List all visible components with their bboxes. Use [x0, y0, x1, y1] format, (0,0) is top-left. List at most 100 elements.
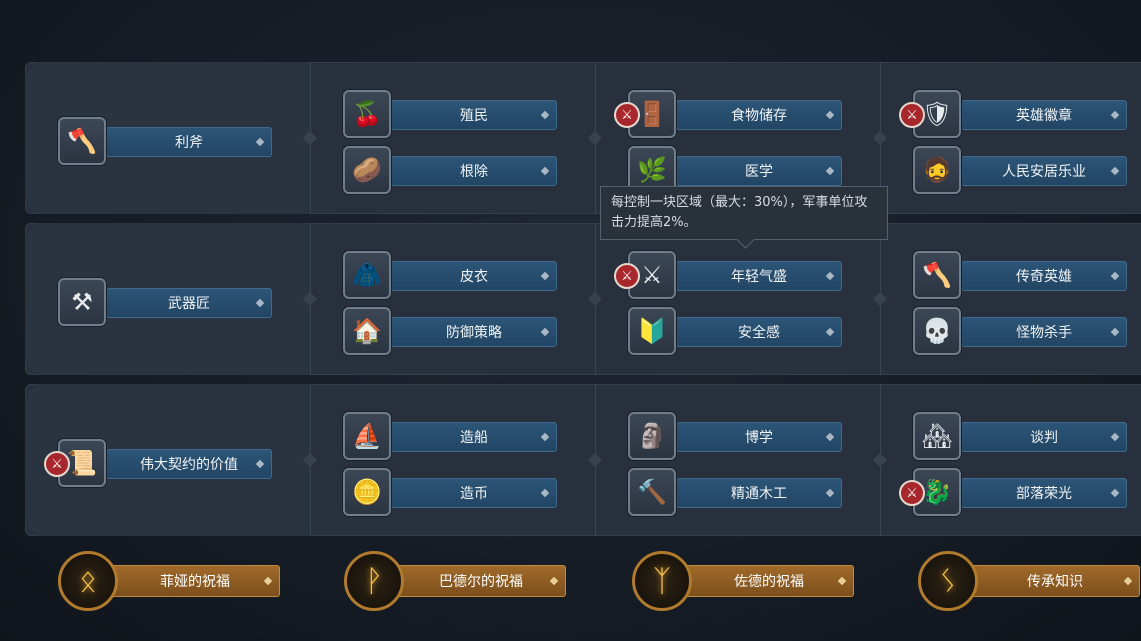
- talent-label: 防御策略: [446, 325, 502, 341]
- talent-label-bar[interactable]: 人民安居乐业: [961, 156, 1127, 186]
- coin-icon[interactable]: 🪙: [343, 468, 391, 516]
- blessing-label-bar[interactable]: 传承知识: [970, 565, 1140, 597]
- rune-stone-icon[interactable]: 🗿: [628, 412, 676, 460]
- axe-wood-icon[interactable]: 🪓: [58, 117, 106, 165]
- blessing-label-bar[interactable]: 菲娅的祝福: [110, 565, 280, 597]
- blessing-label-bar[interactable]: 佐德的祝福: [684, 565, 854, 597]
- bearded-man-icon[interactable]: 🧔: [913, 146, 961, 194]
- talent-label: 谈判: [1030, 430, 1058, 446]
- diamond-marker-icon: [540, 110, 550, 120]
- diamond-marker-icon: [825, 110, 835, 120]
- talent-label: 传奇英雄: [1016, 269, 1072, 285]
- talent-label-bar[interactable]: 食物储存: [676, 100, 842, 130]
- diamond-marker-icon: [825, 327, 835, 337]
- talent-label: 年轻气盛: [731, 269, 787, 285]
- blessing-label: 巴德尔的祝福: [439, 574, 523, 590]
- leather-icon[interactable]: 🧥: [343, 251, 391, 299]
- talent-label-bar[interactable]: 殖民: [391, 100, 557, 130]
- talent-label: 造币: [460, 486, 488, 502]
- diamond-marker-icon: [1123, 576, 1133, 586]
- talent-label: 部落荣光: [1016, 486, 1072, 502]
- blessing-label: 菲娅的祝福: [160, 574, 230, 590]
- diamond-marker-icon: [255, 459, 265, 469]
- talent-label: 皮衣: [460, 269, 488, 285]
- talent-row-2: ⚒ 武器匠 🧥 皮衣 🏠 防御策略 ⚔ ⚔ 年轻气盛 🔰 安全感 🪓 传奇英雄 💀 怪物杀手: [25, 223, 1141, 375]
- talent-row-3: ⚔ 📜 伟大契约的价值 ⛵ 造船 🪙 造币 🗿 博学 🔨 精通木工 🏘 谈判 ⚔ 🐉 部落荣光: [25, 384, 1141, 536]
- talent-label-bar[interactable]: 博学: [676, 422, 842, 452]
- talent-label-bar[interactable]: 皮衣: [391, 261, 557, 291]
- locked-badge-icon: ⚔: [614, 263, 640, 289]
- anvil-icon[interactable]: ⚒: [58, 278, 106, 326]
- hammer-icon[interactable]: 🔨: [628, 468, 676, 516]
- diamond-marker-icon: [837, 576, 847, 586]
- diamond-marker-icon: [1110, 488, 1120, 498]
- diamond-marker-icon: [255, 298, 265, 308]
- diamond-marker-icon: [1110, 166, 1120, 176]
- diamond-marker-icon: [263, 576, 273, 586]
- diamond-marker-icon: [540, 166, 550, 176]
- rune-icon[interactable]: ᛟ: [58, 551, 118, 611]
- talent-label-bar[interactable]: 根除: [391, 156, 557, 186]
- diamond-marker-icon: [540, 271, 550, 281]
- talent-label: 怪物杀手: [1016, 325, 1072, 341]
- blessing-label: 佐德的祝福: [734, 574, 804, 590]
- diamond-marker-icon: [540, 488, 550, 498]
- talent-label-bar[interactable]: 怪物杀手: [961, 317, 1127, 347]
- locked-badge-icon: ⚔: [614, 102, 640, 128]
- talent-label-bar[interactable]: 造船: [391, 422, 557, 452]
- diamond-marker-icon: [825, 488, 835, 498]
- diamond-marker-icon: [825, 271, 835, 281]
- talent-label: 利斧: [175, 135, 203, 151]
- talent-label: 根除: [460, 164, 488, 180]
- locked-badge-icon: ⚔: [899, 480, 925, 506]
- blessing-label-bar[interactable]: 巴德尔的祝福: [396, 565, 566, 597]
- rune-icon[interactable]: ᛉ: [632, 551, 692, 611]
- diamond-marker-icon: [540, 327, 550, 337]
- locked-badge-icon: ⚔: [899, 102, 925, 128]
- battle-axe-icon[interactable]: 🪓: [913, 251, 961, 299]
- talent-label-bar[interactable]: 谈判: [961, 422, 1127, 452]
- chevron-shield-icon[interactable]: 🔰: [628, 307, 676, 355]
- locked-badge-icon: ⚔: [44, 451, 70, 477]
- talent-label-bar[interactable]: 英雄徽章: [961, 100, 1127, 130]
- talent-label: 安全感: [738, 325, 780, 341]
- talent-label-bar[interactable]: 伟大契约的价值: [106, 449, 272, 479]
- talent-label: 医学: [745, 164, 773, 180]
- longship-icon[interactable]: ⛵: [343, 412, 391, 460]
- diamond-marker-icon: [1110, 271, 1120, 281]
- talent-label: 博学: [745, 430, 773, 446]
- talent-label-bar[interactable]: 造币: [391, 478, 557, 508]
- diamond-marker-icon: [540, 432, 550, 442]
- watchtower-icon[interactable]: 🏠: [343, 307, 391, 355]
- talent-label-bar[interactable]: 精通木工: [676, 478, 842, 508]
- talent-label-bar[interactable]: 医学: [676, 156, 842, 186]
- talent-label-bar[interactable]: 防御策略: [391, 317, 557, 347]
- talent-label: 造船: [460, 430, 488, 446]
- tooltip-text: 每控制一块区域（最大：30%），军事单位攻击力提高2%。: [611, 195, 868, 230]
- talent-label-bar[interactable]: 利斧: [106, 127, 272, 157]
- talent-label: 食物储存: [731, 108, 787, 124]
- talent-label-bar[interactable]: 年轻气盛: [676, 261, 842, 291]
- talent-label: 英雄徽章: [1016, 108, 1072, 124]
- talent-label-bar[interactable]: 部落荣光: [961, 478, 1127, 508]
- town-icon[interactable]: 🏘: [913, 412, 961, 460]
- berries-bowl-icon[interactable]: 🍒: [343, 90, 391, 138]
- talent-label-bar[interactable]: 安全感: [676, 317, 842, 347]
- sack-icon[interactable]: 🥔: [343, 146, 391, 194]
- talent-label: 殖民: [460, 108, 488, 124]
- diamond-marker-icon: [1110, 327, 1120, 337]
- diamond-marker-icon: [255, 137, 265, 147]
- talent-label-bar[interactable]: 武器匠: [106, 288, 272, 318]
- rune-icon[interactable]: ᚹ: [344, 551, 404, 611]
- talent-label-bar[interactable]: 传奇英雄: [961, 261, 1127, 291]
- tooltip: 每控制一块区域（最大：30%），军事单位攻击力提高2%。: [600, 186, 888, 249]
- diamond-marker-icon: [549, 576, 559, 586]
- talent-label: 武器匠: [168, 296, 210, 312]
- diamond-marker-icon: [1110, 432, 1120, 442]
- rune-icon[interactable]: ᛊ: [918, 551, 978, 611]
- diamond-marker-icon: [825, 166, 835, 176]
- talent-label: 人民安居乐业: [1002, 164, 1086, 180]
- diamond-marker-icon: [1110, 110, 1120, 120]
- skull-icon[interactable]: 💀: [913, 307, 961, 355]
- talent-row-1: 🪓 利斧 🍒 殖民 🥔 根除 ⚔ 🚪 食物储存 🌿 医学 ⚔ 🛡 英雄徽章 🧔 人民安居乐业: [25, 62, 1141, 214]
